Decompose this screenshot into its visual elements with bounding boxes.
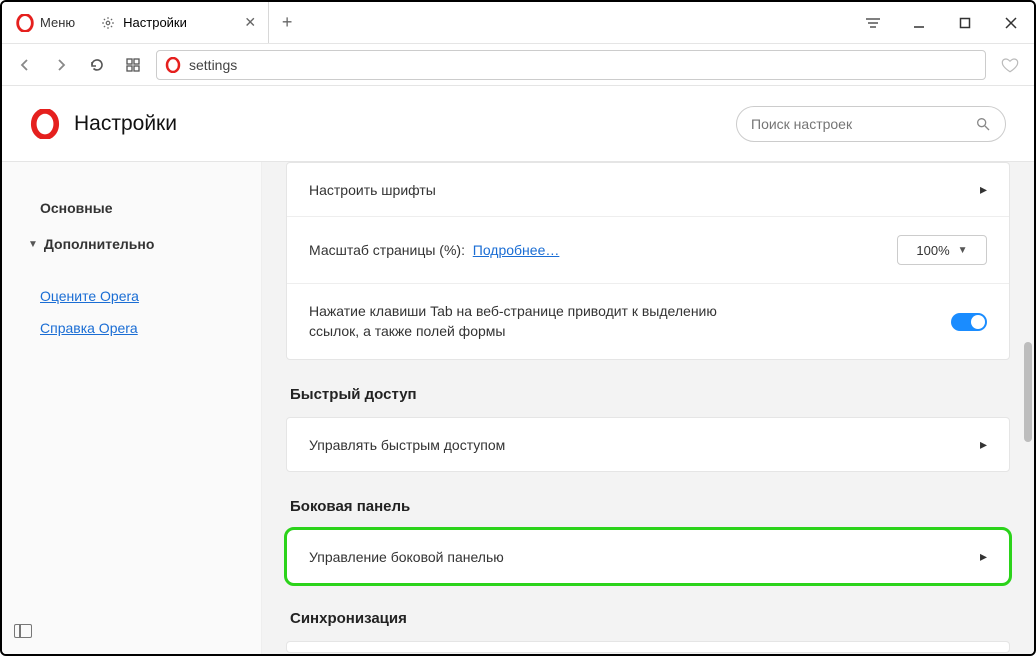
row-label: Управлять быстрым доступом <box>309 437 505 453</box>
tab-title: Настройки <box>123 15 187 30</box>
row-label: Масштаб страницы (%): <box>309 242 465 258</box>
tab-focus-row: Нажатие клавиши Tab на веб-странице прив… <box>287 283 1009 359</box>
sidebar-item-basic[interactable]: Основные <box>22 190 241 226</box>
browser-window: Меню Настройки ✕ + <box>0 0 1036 656</box>
section-title-sync: Синхронизация <box>290 610 1010 627</box>
forward-button[interactable] <box>48 52 74 78</box>
toolbar <box>2 44 1034 86</box>
chevron-down-icon: ▼ <box>28 239 38 250</box>
maximize-button[interactable] <box>942 2 988 44</box>
settings-search[interactable] <box>736 106 1006 142</box>
tab-settings[interactable]: Настройки ✕ <box>89 2 269 43</box>
zoom-value: 100% <box>916 243 949 258</box>
close-window-button[interactable] <box>988 2 1034 44</box>
new-tab-button[interactable]: + <box>269 2 305 43</box>
opera-favicon-icon <box>165 57 181 73</box>
sidebar-card: Управление боковой панелью ▸ <box>286 529 1010 584</box>
settings-sidebar: Основные ▼ Дополнительно Оцените Opera С… <box>2 162 262 654</box>
menu-label: Меню <box>40 15 75 30</box>
zoom-more-link[interactable]: Подробнее… <box>473 242 560 258</box>
bookmark-button[interactable] <box>996 56 1024 74</box>
titlebar: Меню Настройки ✕ + <box>2 2 1034 44</box>
panel-toggle-icon[interactable] <box>14 624 32 638</box>
row-label: Управление боковой панелью <box>309 549 504 565</box>
scrollbar-thumb[interactable] <box>1024 342 1032 442</box>
reload-button[interactable] <box>84 52 110 78</box>
easy-setup-button[interactable] <box>850 2 896 44</box>
section-title-speed-dial: Быстрый доступ <box>290 386 1010 403</box>
gear-icon <box>101 16 115 30</box>
sync-card-partial <box>286 641 1010 653</box>
address-input[interactable] <box>189 57 977 73</box>
search-icon <box>975 116 991 132</box>
chevron-right-icon: ▸ <box>980 181 987 198</box>
row-label: Настроить шрифты <box>309 182 436 198</box>
chevron-down-icon: ▼ <box>958 245 968 256</box>
sidebar-item-advanced[interactable]: ▼ Дополнительно <box>22 226 241 262</box>
window-controls <box>850 2 1034 43</box>
appearance-card: Настроить шрифты ▸ Масштаб страницы (%):… <box>286 162 1010 360</box>
section-title-sidebar: Боковая панель <box>290 498 1010 515</box>
address-bar[interactable] <box>156 50 986 80</box>
zoom-row: Масштаб страницы (%): Подробнее… 100% ▼ <box>287 216 1009 283</box>
row-label: Нажатие клавиши Tab на веб-странице прив… <box>309 302 769 341</box>
settings-main: Настроить шрифты ▸ Масштаб страницы (%):… <box>262 162 1034 654</box>
page-header: Настройки <box>2 86 1034 162</box>
tab-close-button[interactable]: ✕ <box>244 14 256 31</box>
zoom-select[interactable]: 100% ▼ <box>897 235 987 265</box>
chevron-right-icon: ▸ <box>980 436 987 453</box>
manage-sidebar-row[interactable]: Управление боковой панелью ▸ <box>287 530 1009 583</box>
manage-speed-dial-row[interactable]: Управлять быстрым доступом ▸ <box>287 418 1009 471</box>
minimize-button[interactable] <box>896 2 942 44</box>
fonts-row[interactable]: Настроить шрифты ▸ <box>287 163 1009 216</box>
menu-button[interactable]: Меню <box>2 2 89 43</box>
speed-dial-card: Управлять быстрым доступом ▸ <box>286 417 1010 472</box>
tab-focus-toggle[interactable] <box>951 313 987 331</box>
opera-logo-icon <box>30 109 60 139</box>
page-body: Основные ▼ Дополнительно Оцените Opera С… <box>2 162 1034 654</box>
back-button[interactable] <box>12 52 38 78</box>
sidebar-link-rate[interactable]: Оцените Opera <box>22 280 241 312</box>
speed-dial-button[interactable] <box>120 52 146 78</box>
settings-page: Настройки Основные ▼ Дополнительно Оцени… <box>2 86 1034 654</box>
chevron-right-icon: ▸ <box>980 548 987 565</box>
sidebar-item-label: Дополнительно <box>44 236 154 252</box>
content-area: Настройки Основные ▼ Дополнительно Оцени… <box>2 86 1034 654</box>
sidebar-link-help[interactable]: Справка Opera <box>22 312 241 344</box>
page-title: Настройки <box>74 112 177 136</box>
settings-search-input[interactable] <box>751 116 975 132</box>
opera-logo-icon <box>16 14 34 32</box>
